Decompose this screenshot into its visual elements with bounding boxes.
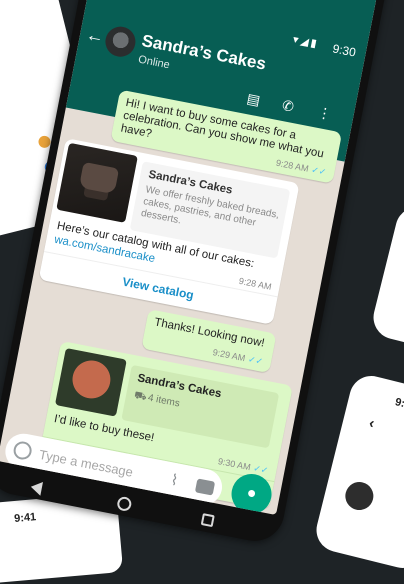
attach-icon[interactable]: ⌇ bbox=[169, 471, 180, 489]
avatar[interactable] bbox=[102, 24, 139, 60]
avatar bbox=[342, 479, 377, 513]
storefront-icon[interactable]: ▤ bbox=[245, 90, 262, 109]
back-arrow-icon: ‹ bbox=[367, 414, 377, 433]
background-phone-card-right-bottom: 9:4 ‹ bbox=[311, 371, 404, 573]
read-receipt-icon: ✓✓ bbox=[310, 164, 328, 178]
chat-status: Online bbox=[137, 53, 171, 72]
nav-recents-icon[interactable] bbox=[200, 513, 215, 528]
cake-image bbox=[78, 161, 120, 195]
camera-icon[interactable] bbox=[194, 478, 216, 496]
more-options-icon[interactable]: ⋮ bbox=[316, 104, 333, 123]
signal-wifi-battery-icon: ▾◢▮ bbox=[291, 33, 320, 51]
nav-home-icon[interactable] bbox=[116, 495, 133, 513]
message-time: 9:30 AM bbox=[217, 456, 252, 473]
message-meta: 9:29 AM✓✓ bbox=[212, 347, 264, 368]
message-text: Thanks! Looking now! bbox=[153, 316, 266, 350]
nav-back-icon[interactable] bbox=[29, 479, 43, 496]
status-time: 9:4 bbox=[393, 396, 404, 412]
catalog-description: We offer freshly baked breads, cakes, pa… bbox=[140, 184, 281, 229]
add-call-icon[interactable]: ✆ bbox=[281, 97, 296, 116]
catalog-image[interactable] bbox=[56, 142, 138, 223]
status-time: 9:30 bbox=[331, 41, 357, 60]
status-time: 9:41 bbox=[13, 511, 37, 526]
back-arrow-icon[interactable]: ← bbox=[84, 24, 105, 48]
emoji-icon[interactable] bbox=[12, 439, 34, 462]
message-input[interactable]: Type a message bbox=[38, 447, 135, 480]
mic-icon: ● bbox=[245, 484, 258, 503]
background-phone-card-right-top bbox=[368, 202, 404, 353]
cart-items-count: 4 items bbox=[146, 392, 181, 410]
read-receipt-icon: ✓✓ bbox=[247, 353, 264, 367]
message-time: 9:29 AM bbox=[211, 347, 247, 364]
cart-image[interactable] bbox=[54, 347, 127, 417]
cart-icon: ⛟ bbox=[133, 389, 148, 404]
message-list: Hi! I want to buy some cakes for a celeb… bbox=[3, 76, 350, 510]
